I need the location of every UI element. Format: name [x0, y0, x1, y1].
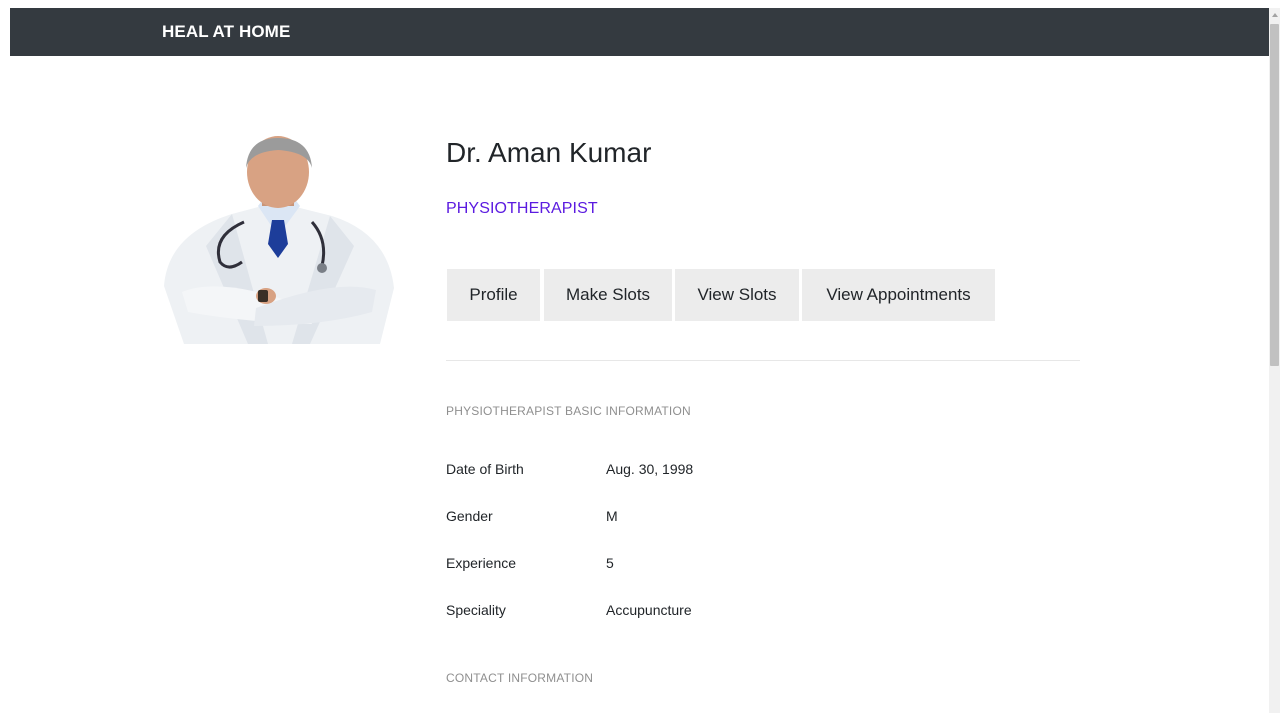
- tab-view-slots[interactable]: View Slots: [675, 269, 799, 321]
- dob-label: Date of Birth: [446, 461, 524, 477]
- top-navbar: HEAL AT HOME: [10, 8, 1269, 56]
- speciality-label: Speciality: [446, 602, 506, 618]
- basic-info-heading: PHYSIOTHERAPIST BASIC INFORMATION: [446, 404, 691, 418]
- tab-view-appointments[interactable]: View Appointments: [802, 269, 995, 321]
- dob-value: Aug. 30, 1998: [606, 461, 694, 477]
- doctor-name: Dr. Aman Kumar: [446, 137, 652, 168]
- section-divider: [446, 360, 1080, 361]
- tab-profile[interactable]: Profile: [447, 269, 540, 321]
- gender-value: M: [606, 508, 618, 524]
- tab-make-slots[interactable]: Make Slots: [544, 269, 672, 321]
- scroll-up-arrow-icon[interactable]: [1272, 13, 1278, 17]
- doctor-photo: [164, 136, 394, 344]
- speciality-value: Accupuncture: [606, 602, 692, 618]
- doctor-role: PHYSIOTHERAPIST: [446, 200, 598, 217]
- brand-logo-link[interactable]: HEAL AT HOME: [162, 22, 290, 42]
- scrollbar-thumb[interactable]: [1270, 24, 1279, 366]
- experience-label: Experience: [446, 555, 517, 571]
- window-top-strip: [0, 0, 1280, 8]
- gender-label: Gender: [446, 508, 493, 524]
- contact-info-heading: CONTACT INFORMATION: [446, 671, 594, 685]
- experience-value: 5: [606, 555, 614, 571]
